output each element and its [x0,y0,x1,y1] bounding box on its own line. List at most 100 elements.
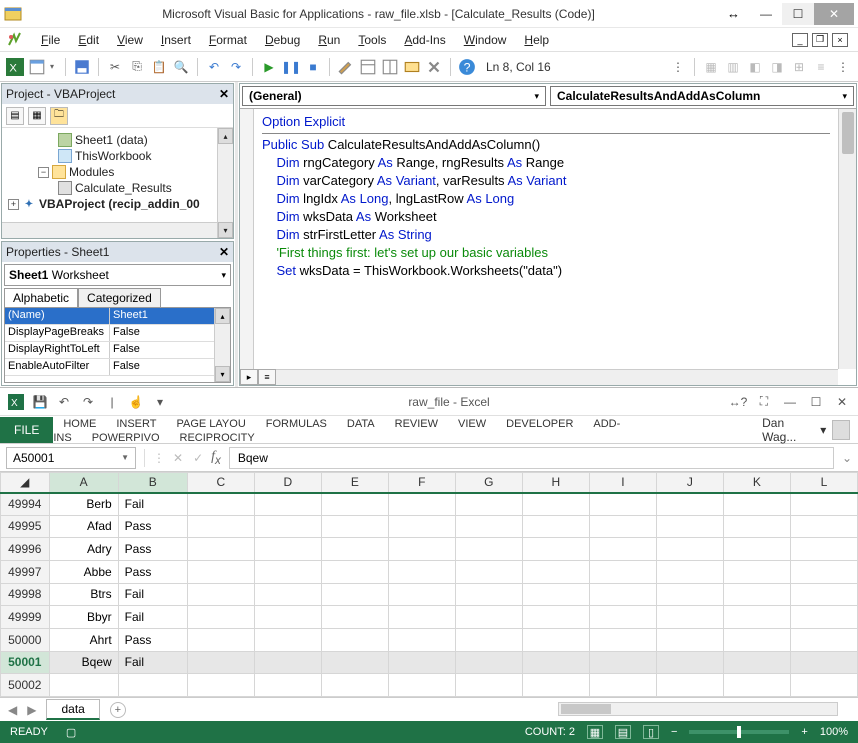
cancel-formula-icon[interactable]: ✕ [173,451,183,465]
cell[interactable]: Pass [118,538,187,561]
worksheet-grid[interactable]: ◢ABCDEFGHIJKL 49994BerbFail49995AfadPass… [0,472,858,697]
menu-file[interactable]: File [32,30,69,50]
page-layout-view-icon[interactable]: ▤ [615,725,631,739]
cell[interactable]: Bqew [49,651,118,674]
cell[interactable] [723,628,790,651]
cell[interactable] [455,606,522,629]
cell[interactable] [656,538,723,561]
insert-module-icon[interactable] [28,58,46,76]
cell[interactable] [254,493,321,516]
code-editor[interactable]: Option ExplicitPublic Sub CalculateResul… [240,108,856,385]
row-header[interactable]: 50002 [1,674,50,697]
name-box[interactable]: A50001▼ [6,447,136,469]
cell[interactable] [321,628,388,651]
cell[interactable] [790,493,857,516]
close-button[interactable]: ✕ [814,3,854,25]
cell[interactable] [49,674,118,697]
cell[interactable] [187,538,254,561]
menu-edit[interactable]: Edit [69,30,108,50]
object-dropdown[interactable]: (General)▾ [242,86,546,106]
cell[interactable] [455,583,522,606]
column-header-F[interactable]: F [388,473,455,493]
full-module-view-icon[interactable]: ≡ [258,369,276,385]
row-header[interactable]: 49994 [1,493,50,516]
tb-extra-6-icon[interactable]: ≡ [812,58,830,76]
project-close-icon[interactable]: ✕ [219,87,229,101]
cell[interactable] [321,651,388,674]
cell[interactable] [187,628,254,651]
table-row[interactable]: 50000AhrtPass [1,628,858,651]
redo-icon[interactable]: ↷ [227,58,245,76]
cell[interactable] [118,674,187,697]
cell[interactable] [321,674,388,697]
tb-extra-3-icon[interactable]: ◧ [746,58,764,76]
cell[interactable] [455,560,522,583]
cell[interactable] [388,628,455,651]
cell[interactable] [723,606,790,629]
minimize-button[interactable]: — [782,394,798,410]
properties-tab-categorized[interactable]: Categorized [78,288,161,307]
paste-icon[interactable]: 📋 [150,58,168,76]
cell[interactable] [321,606,388,629]
expand-formula-bar-icon[interactable]: ⌄ [842,451,852,465]
row-header[interactable]: 49999 [1,606,50,629]
save-icon[interactable] [73,58,91,76]
cell[interactable] [790,651,857,674]
properties-window-icon[interactable] [381,58,399,76]
account-label[interactable]: Dan Wag...▾ [754,416,858,444]
menu-view[interactable]: View [108,30,152,50]
cell[interactable] [388,606,455,629]
column-header-C[interactable]: C [187,473,254,493]
cell[interactable] [254,538,321,561]
cell[interactable] [455,538,522,561]
property-value[interactable]: False [110,325,230,341]
tb-extra-5-icon[interactable]: ⊞ [790,58,808,76]
column-header-E[interactable]: E [321,473,388,493]
project-tree[interactable]: Sheet1 (data) ThisWorkbook −Modules Calc… [2,128,233,238]
find-icon[interactable]: 🔍 [172,58,190,76]
cell[interactable] [589,628,656,651]
menu-format[interactable]: Format [200,30,256,50]
project-explorer-icon[interactable] [359,58,377,76]
ribbon-tab-formulas[interactable]: FORMULAS [256,412,337,436]
undo-icon[interactable]: ↶ [205,58,223,76]
cell[interactable] [656,651,723,674]
save-icon[interactable]: 💾 [32,394,48,410]
cell[interactable] [388,583,455,606]
cell[interactable] [522,560,589,583]
collapse-icon[interactable]: − [38,167,49,178]
cell[interactable] [388,515,455,538]
cell[interactable] [522,583,589,606]
normal-view-icon[interactable]: ▦ [587,725,603,739]
touch-mode-icon[interactable]: ☝ [128,394,144,410]
view-object-icon[interactable]: ▦ [28,107,46,125]
view-code-icon[interactable]: ▤ [6,107,24,125]
cell[interactable]: Pass [118,560,187,583]
new-sheet-button[interactable]: + [110,702,126,718]
ribbon-tab-data[interactable]: DATA [337,412,385,436]
table-row[interactable]: 50002 [1,674,858,697]
cell[interactable] [723,493,790,516]
column-header-B[interactable]: B [118,473,187,493]
row-header[interactable]: 50001 [1,651,50,674]
cell[interactable] [790,674,857,697]
cell[interactable] [254,674,321,697]
code-hscrollbar[interactable]: ▸ ≡ [240,369,838,385]
column-header-J[interactable]: J [656,473,723,493]
toggle-folders-icon[interactable]: 🗀 [50,107,68,125]
property-value[interactable]: Sheet1 [110,308,230,324]
cell[interactable]: Adry [49,538,118,561]
ribbon-tab-developer[interactable]: DEVELOPER [496,412,583,436]
project-vscrollbar[interactable]: ▴▾ [217,128,233,238]
menu-tools[interactable]: Tools [349,30,395,50]
cell[interactable] [388,538,455,561]
zoom-out-icon[interactable]: − [671,726,677,738]
redo-icon[interactable]: ↷ [80,394,96,410]
cell[interactable] [589,493,656,516]
menu-add-ins[interactable]: Add-Ins [395,30,454,50]
menu-debug[interactable]: Debug [256,30,309,50]
macro-record-icon[interactable]: ▢ [66,726,76,739]
procedure-dropdown[interactable]: CalculateResultsAndAddAsColumn▾ [550,86,854,106]
tb-extra-4-icon[interactable]: ◨ [768,58,786,76]
cell[interactable] [187,583,254,606]
